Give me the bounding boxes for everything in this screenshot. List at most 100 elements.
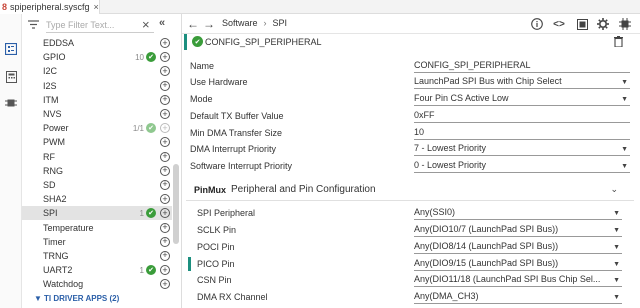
- editor-tab[interactable]: 8 spiperipheral.syscfg ×: [0, 0, 100, 14]
- sidebar-item-i2c[interactable]: I2C +: [22, 64, 172, 78]
- clear-filter-icon[interactable]: ×: [142, 17, 150, 32]
- dropdown-caret-icon: ▼: [621, 96, 628, 103]
- pin-dropdown[interactable]: Any(DIO8/14 (LaunchPad SPI Bus)) ▼: [414, 240, 622, 254]
- add-icon[interactable]: +: [160, 137, 170, 148]
- property-dropdown[interactable]: LaunchPad SPI Bus with Chip Select ▼: [414, 75, 630, 89]
- add-icon[interactable]: +: [160, 66, 170, 77]
- sidebar-item-rng[interactable]: RNG +: [22, 164, 172, 178]
- property-row: Software Interrupt Priority 0 - Lowest Pr…: [190, 158, 630, 174]
- instance-count: 1: [139, 265, 144, 275]
- pin-dropdown[interactable]: Any(DIO10/7 (LaunchPad SPI Bus)) ▼: [414, 223, 622, 237]
- breadcrumb-software[interactable]: Software: [222, 18, 258, 28]
- property-input[interactable]: CONFIG_SPI_PERIPHERAL: [414, 59, 630, 73]
- property-input[interactable]: 0xFF: [414, 109, 630, 123]
- add-icon[interactable]: +: [160, 194, 170, 205]
- sidebar-item-rf[interactable]: RF +: [22, 150, 172, 164]
- add-icon[interactable]: +: [160, 250, 170, 261]
- sidebar-item-nvs[interactable]: NVS +: [22, 107, 172, 121]
- add-icon[interactable]: +: [160, 80, 170, 91]
- pinmux-section-header[interactable]: PinMux Peripheral and Pin Configuration …: [186, 179, 634, 201]
- sidebar-item-gpio[interactable]: GPIO 10 ✔ +: [22, 50, 172, 64]
- sidebar-item-pwm[interactable]: PWM +: [22, 135, 172, 149]
- board-icon[interactable]: [575, 17, 589, 31]
- instance-count: 1/1: [132, 123, 144, 133]
- collapse-sidebar-icon[interactable]: «: [159, 17, 165, 29]
- chevron-down-icon: ▼: [34, 293, 42, 303]
- add-icon[interactable]: +: [160, 123, 170, 134]
- add-icon[interactable]: +: [160, 38, 170, 49]
- property-label: DMA Interrupt Priority: [190, 144, 277, 154]
- check-icon: ✔: [146, 123, 156, 134]
- pin-dropdown[interactable]: Any(DIO11/18 (LaunchPad SPI Bus Chip Sel…: [414, 273, 622, 287]
- pin-row: SPI Peripheral Any(SSI0) ▼: [197, 205, 622, 221]
- sidebar-item-trng[interactable]: TRNG +: [22, 249, 172, 263]
- property-input[interactable]: 10: [414, 126, 630, 140]
- sidebar-item-i2s[interactable]: I2S +: [22, 79, 172, 93]
- add-icon[interactable]: +: [160, 179, 170, 190]
- forward-arrow-icon[interactable]: →: [202, 17, 216, 31]
- pin-row: SCLK Pin Any(DIO10/7 (LaunchPad SPI Bus))…: [197, 222, 622, 238]
- module-list: EDDSA + GPIO 10 ✔ + I2C + I2S + ITM + NVS + Power 1/1 ✔ +…: [22, 36, 172, 305]
- sidebar-item-label: EDDSA: [43, 38, 75, 49]
- add-icon[interactable]: +: [160, 222, 170, 233]
- sidebar-item-timer[interactable]: Timer +: [22, 235, 172, 249]
- instance-accent-bar: [184, 34, 187, 50]
- add-icon[interactable]: +: [160, 151, 170, 162]
- add-icon[interactable]: +: [160, 109, 170, 120]
- code-view-icon[interactable]: <>: [552, 17, 566, 31]
- pin-row: POCI Pin Any(DIO8/14 (LaunchPad SPI Bus))…: [197, 239, 622, 255]
- pin-label: SCLK Pin: [197, 225, 237, 235]
- sidebar-group-ti-driver-apps[interactable]: ▼ TI DRIVER APPS (2): [22, 291, 172, 305]
- check-icon: ✔: [146, 265, 156, 276]
- add-icon[interactable]: +: [160, 236, 170, 247]
- close-icon[interactable]: ×: [94, 2, 99, 12]
- sidebar-item-temperature[interactable]: Temperature +: [22, 220, 172, 234]
- calculator-icon[interactable]: [4, 70, 18, 84]
- info-icon[interactable]: [530, 17, 544, 31]
- sidebar-item-sd[interactable]: SD +: [22, 178, 172, 192]
- add-icon[interactable]: +: [160, 265, 170, 276]
- add-icon[interactable]: +: [160, 52, 170, 63]
- property-row: Min DMA Transfer Size 10: [190, 125, 630, 141]
- trash-icon[interactable]: [614, 36, 623, 48]
- add-icon[interactable]: +: [160, 279, 170, 290]
- chip-icon[interactable]: [4, 96, 18, 110]
- sidebar-item-eddsa[interactable]: EDDSA +: [22, 36, 172, 50]
- pin-dropdown[interactable]: Any(DIO9/15 (LaunchPad SPI Bus)) ▼: [414, 257, 622, 271]
- sidebar-item-watchdog[interactable]: Watchdog +: [22, 277, 172, 291]
- add-icon[interactable]: +: [160, 94, 170, 105]
- add-icon[interactable]: +: [160, 208, 170, 219]
- activity-bar: [0, 14, 22, 308]
- sidebar-item-label: Watchdog: [43, 279, 84, 290]
- property-dropdown[interactable]: 0 - Lowest Priority ▼: [414, 159, 630, 173]
- tab-title: spiperipheral.syscfg: [10, 2, 90, 12]
- property-dropdown[interactable]: 7 - Lowest Priority ▼: [414, 142, 630, 156]
- sidebar-item-spi[interactable]: SPI 1 ✔ +: [22, 206, 172, 221]
- sidebar-scrollbar[interactable]: [173, 36, 179, 308]
- pin-value: Any(DIO8/14 (LaunchPad SPI Bus)): [414, 241, 559, 251]
- sidebar-item-itm[interactable]: ITM +: [22, 93, 172, 107]
- pin-dropdown[interactable]: Any(SSI0) ▼: [414, 206, 622, 220]
- sidebar-item-power[interactable]: Power 1/1 ✔ +: [22, 121, 172, 135]
- sidebar-item-label: Power: [43, 123, 69, 134]
- property-value: CONFIG_SPI_PERIPHERAL: [414, 60, 531, 70]
- filter-input[interactable]: [46, 18, 154, 33]
- sidebar-item-label: GPIO: [43, 52, 66, 63]
- pin-row: DMA RX Channel Any(DMA_CH3) ▼: [197, 289, 622, 305]
- property-row: Name CONFIG_SPI_PERIPHERAL: [190, 58, 630, 74]
- chevron-down-icon[interactable]: ⌄: [610, 184, 618, 195]
- software-view-icon[interactable]: [4, 42, 18, 56]
- sidebar-item-sha2[interactable]: SHA2 +: [22, 192, 172, 206]
- breadcrumb-spi[interactable]: SPI: [273, 18, 288, 28]
- chip-view-icon[interactable]: [618, 17, 632, 31]
- back-arrow-icon[interactable]: ←: [186, 17, 200, 31]
- gear-icon[interactable]: [596, 17, 610, 31]
- sidebar-item-uart2[interactable]: UART2 1 ✔ +: [22, 263, 172, 277]
- property-value: 0 - Lowest Priority: [414, 160, 487, 170]
- scrollbar-thumb[interactable]: [173, 164, 179, 244]
- editor-tab-bar: 8 spiperipheral.syscfg ×: [0, 0, 640, 14]
- pin-dropdown[interactable]: Any(DMA_CH3) ▼: [414, 290, 622, 304]
- instance-title[interactable]: CONFIG_SPI_PERIPHERAL: [205, 37, 322, 47]
- add-icon[interactable]: +: [160, 165, 170, 176]
- property-dropdown[interactable]: Four Pin CS Active Low ▼: [414, 92, 630, 106]
